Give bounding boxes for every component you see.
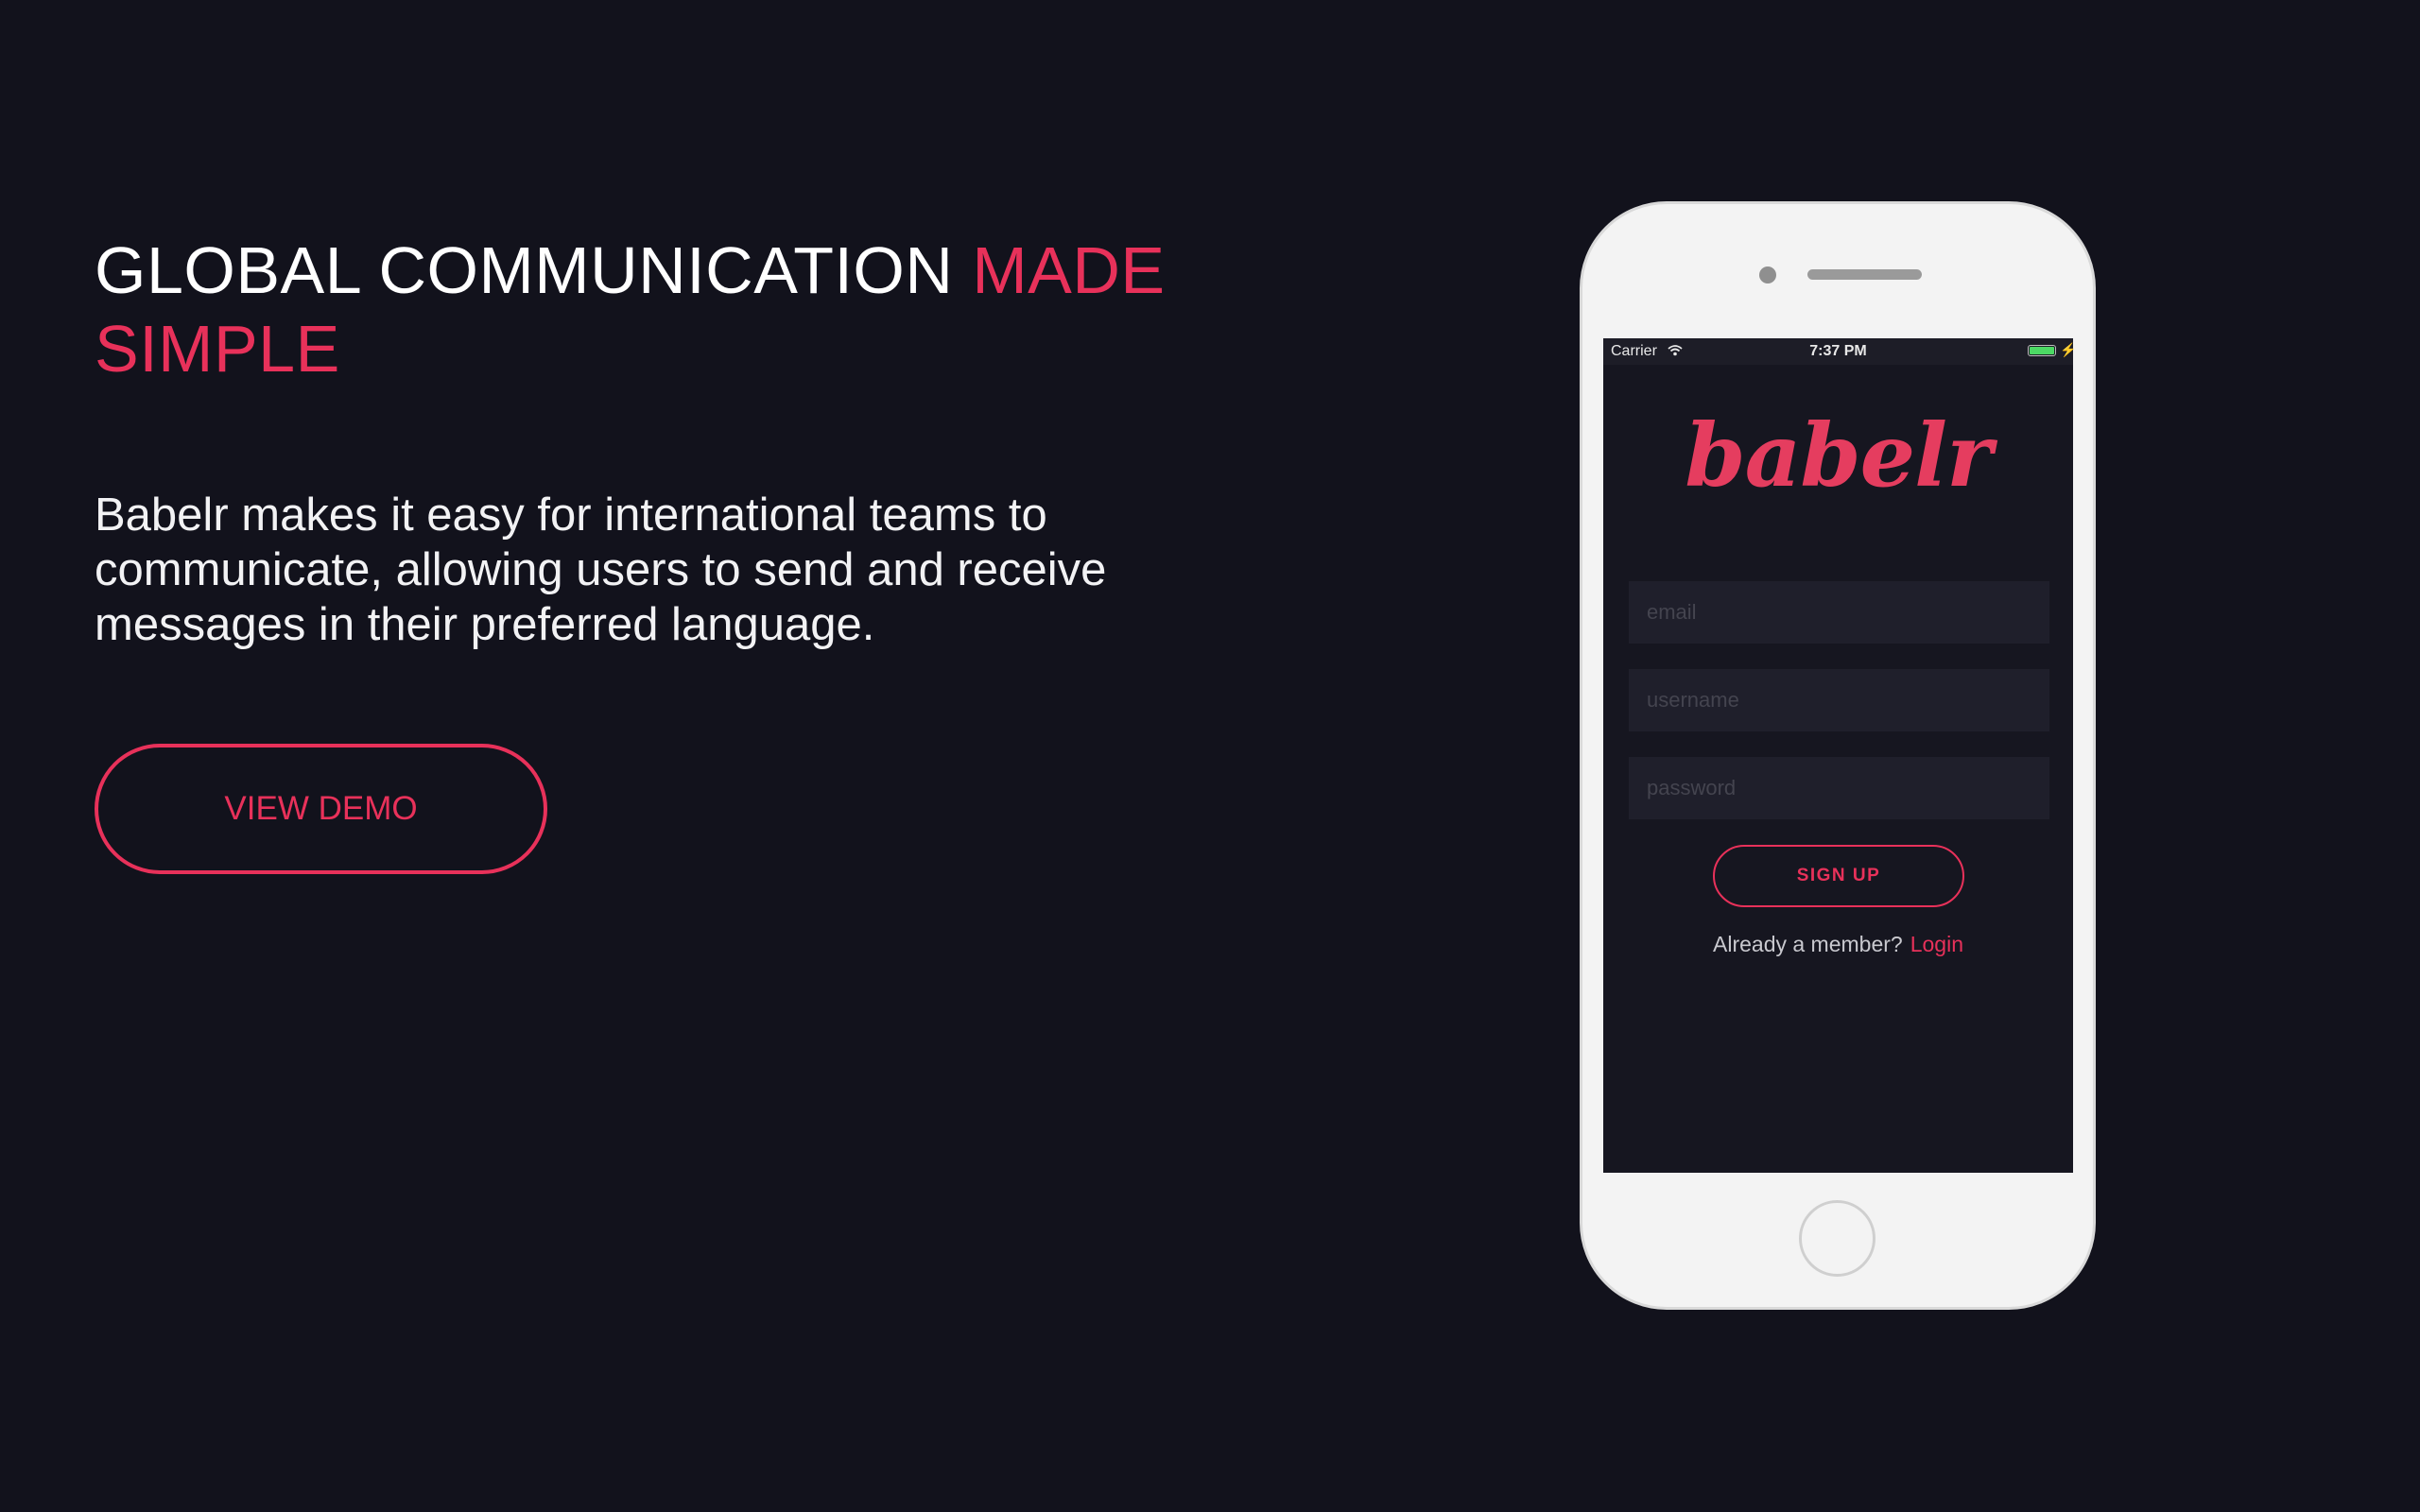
landing-page: GLOBAL COMMUNICATION MADE SIMPLE Babelr … [0,0,2420,1512]
email-field[interactable] [1629,581,2049,644]
headline-text: GLOBAL COMMUNICATION [95,233,973,307]
member-prompt-line: Already a member? Login [1603,932,2073,957]
status-time: 7:37 PM [1809,343,1867,359]
password-field[interactable] [1629,757,2049,819]
phone-home-button [1799,1200,1876,1277]
view-demo-button[interactable]: VIEW DEMO [95,744,547,874]
username-field[interactable] [1629,669,2049,731]
phone-speaker [1807,269,1922,280]
sign-up-button[interactable]: SIGN UP [1713,845,1964,907]
hero-description: Babelr makes it easy for international t… [95,490,1107,650]
phone-camera [1759,266,1776,284]
app-logo: babelr [1685,404,1992,507]
member-prompt-text: Already a member? [1713,932,1903,956]
status-bar: Carrier 7:37 PM ⚡ [1603,338,2077,365]
hero-section: GLOBAL COMMUNICATION MADE SIMPLE Babelr … [95,232,1210,652]
page-title: GLOBAL COMMUNICATION MADE SIMPLE [95,232,1210,388]
phone-screen: Carrier 7:37 PM ⚡ babelr SIGN UP Already… [1603,338,2077,1173]
charging-bolt-icon: ⚡ [2060,342,2077,357]
login-link[interactable]: Login [1910,932,1963,956]
battery-icon [2028,345,2056,356]
